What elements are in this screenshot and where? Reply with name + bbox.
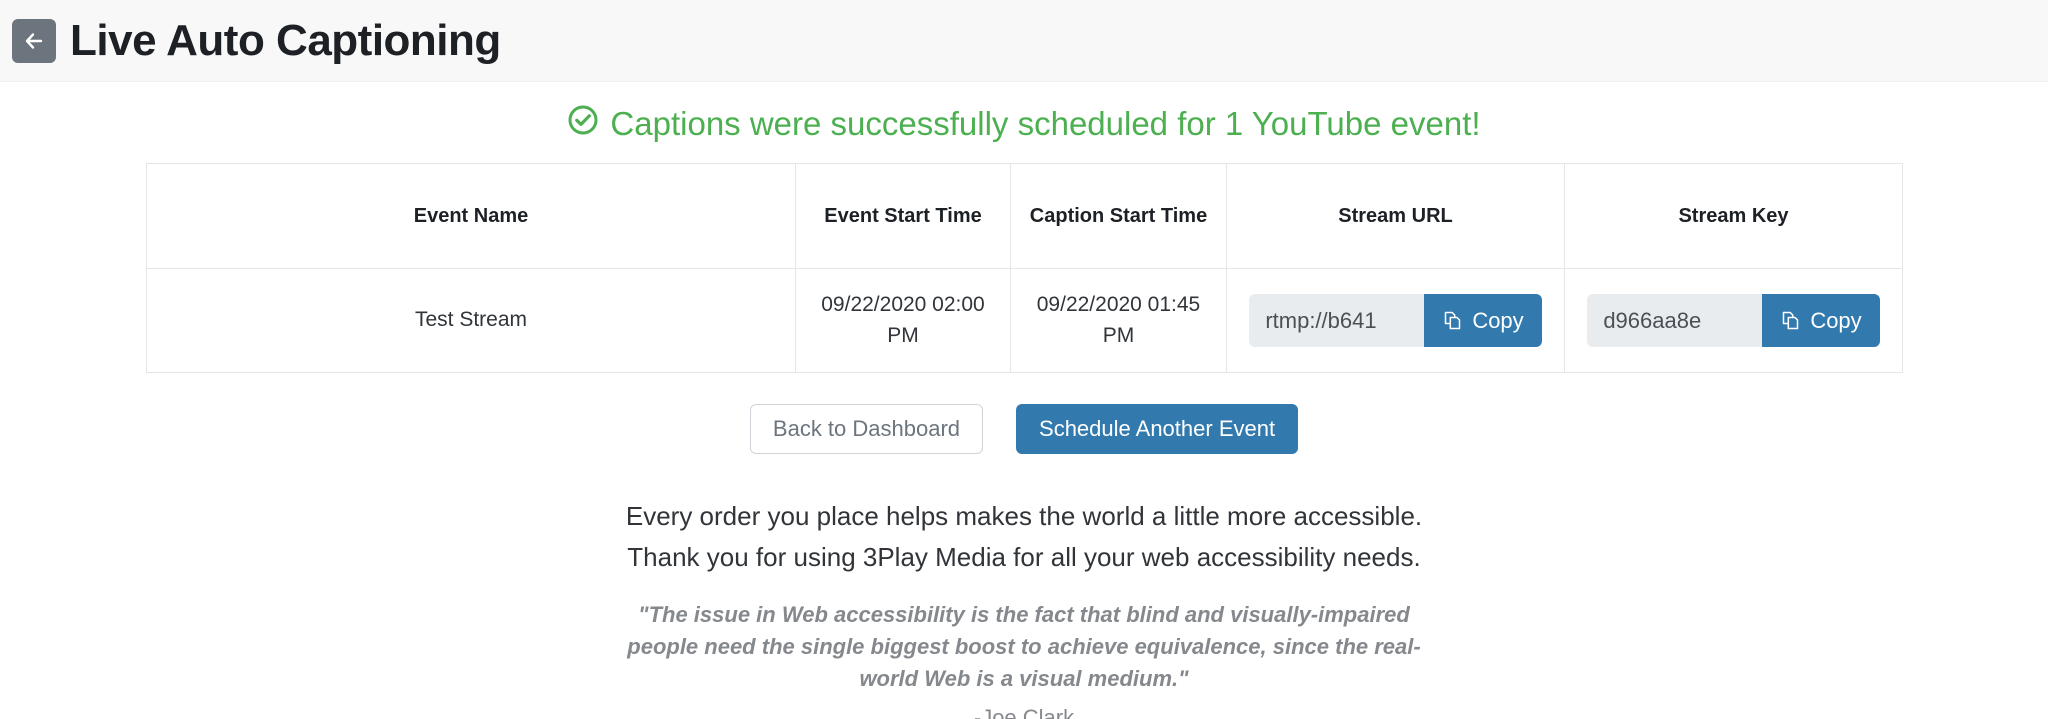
quote-author: -Joe Clark: [973, 704, 1075, 719]
stream-key-input[interactable]: [1587, 294, 1763, 347]
column-header-caption-start-time: Caption Start Time: [1010, 163, 1227, 269]
schedule-another-event-button[interactable]: Schedule Another Event: [1016, 404, 1299, 455]
column-header-stream-key: Stream Key: [1564, 163, 1903, 269]
stream-url-input[interactable]: [1249, 294, 1425, 347]
arrow-left-icon: [23, 30, 45, 52]
stream-url-copy-group: Copy: [1249, 294, 1542, 347]
column-header-event-start-time: Event Start Time: [795, 163, 1011, 269]
cell-stream-url: Copy: [1226, 268, 1565, 373]
back-to-dashboard-button[interactable]: Back to Dashboard: [749, 404, 984, 455]
page-title: Live Auto Captioning: [70, 15, 501, 65]
check-circle-icon: [567, 104, 599, 144]
column-header-stream-url: Stream URL: [1226, 163, 1565, 269]
cell-stream-key: Copy: [1564, 268, 1903, 373]
accessibility-quote: "The issue in Web accessibility is the f…: [627, 601, 1421, 691]
cell-caption-start-time: 09/22/2020 01:45 PM: [1010, 268, 1227, 373]
app-header: Live Auto Captioning: [0, 0, 2048, 82]
table-row: Test Stream 09/22/2020 02:00 PM 09/22/20…: [146, 268, 1903, 373]
events-table: Event Name Event Start Time Caption Star…: [146, 163, 1903, 373]
action-buttons: Back to Dashboard Schedule Another Event: [0, 404, 2048, 455]
table-header-row: Event Name Event Start Time Caption Star…: [146, 163, 1903, 269]
cell-event-name: Test Stream: [146, 268, 796, 373]
success-banner: Captions were successfully scheduled for…: [0, 104, 2048, 144]
copy-icon: [1442, 310, 1463, 331]
footer-line-2: Thank you for using 3Play Media for all …: [627, 541, 1421, 572]
copy-stream-key-button[interactable]: Copy: [1762, 294, 1880, 347]
events-table-container: Event Name Event Start Time Caption Star…: [146, 163, 1903, 373]
cell-event-start-time: 09/22/2020 02:00 PM: [795, 268, 1011, 373]
copy-stream-url-button[interactable]: Copy: [1424, 294, 1542, 347]
footer-line-1: Every order you place helps makes the wo…: [625, 501, 1423, 532]
success-message: Captions were successfully scheduled for…: [610, 105, 1481, 142]
column-header-event-name: Event Name: [146, 163, 796, 269]
back-button[interactable]: [12, 18, 56, 63]
copy-icon: [1780, 310, 1801, 331]
copy-stream-key-label: Copy: [1810, 307, 1862, 333]
stream-key-copy-group: Copy: [1587, 294, 1880, 347]
footer: Every order you place helps makes the wo…: [0, 496, 2048, 719]
copy-stream-url-label: Copy: [1472, 307, 1524, 333]
